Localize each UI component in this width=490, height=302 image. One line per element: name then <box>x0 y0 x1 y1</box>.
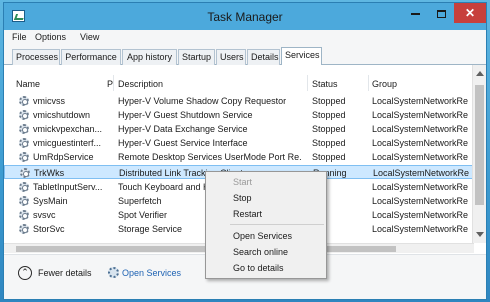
column-separator[interactable] <box>368 75 369 91</box>
column-name[interactable]: Name <box>16 79 40 89</box>
service-name: TabletInputServ... <box>33 182 103 192</box>
service-row[interactable]: vmicvss Hyper-V Volume Shadow Copy Reque… <box>4 94 474 108</box>
service-group: LocalSystemNetworkRe <box>372 124 469 134</box>
context-menu: Start Stop Restart Open Services Search … <box>205 171 327 279</box>
fewer-details-link[interactable]: Fewer details <box>38 268 92 278</box>
service-gear-icon <box>20 168 30 178</box>
scroll-up-arrow-icon[interactable] <box>476 71 484 76</box>
service-name: TrkWks <box>34 168 65 178</box>
tab-performance[interactable]: Performance <box>61 49 121 65</box>
service-gear-icon <box>19 110 29 120</box>
service-group: LocalSystemNetworkRe <box>372 138 469 148</box>
column-header: Name P Description Status Group <box>4 73 486 93</box>
column-separator[interactable] <box>307 75 308 91</box>
maximize-icon <box>436 9 446 18</box>
service-name: SysMain <box>33 196 68 206</box>
service-status: Stopped <box>312 96 346 106</box>
minimize-icon <box>410 12 420 15</box>
service-gear-icon <box>19 196 29 206</box>
maximize-button[interactable] <box>428 3 454 23</box>
minimize-button[interactable] <box>402 3 428 23</box>
vertical-scroll-thumb[interactable] <box>475 85 484 205</box>
service-group: LocalSystemNetworkRe <box>372 152 469 162</box>
service-name: vmickvpexchan... <box>33 124 103 134</box>
scroll-down-arrow-icon[interactable] <box>476 232 484 237</box>
service-description: Hyper-V Guest Shutdown Service <box>118 110 253 120</box>
service-group: LocalSystemNetworkRe <box>373 168 470 178</box>
service-status: Stopped <box>312 152 346 162</box>
menu-bar: File Options View <box>4 30 486 46</box>
menu-options[interactable]: Options <box>35 32 66 42</box>
service-description: Hyper-V Volume Shadow Copy Requestor <box>118 96 287 106</box>
close-button[interactable]: ✕ <box>454 3 486 23</box>
tab-startup[interactable]: Startup <box>178 49 215 65</box>
context-menu-search-online[interactable]: Search online <box>206 245 326 260</box>
service-gear-icon <box>19 96 29 106</box>
service-group: LocalSystemNetworkRe <box>372 196 469 206</box>
service-gear-icon <box>19 182 29 192</box>
service-group: LocalSystemNetworkRe <box>372 210 469 220</box>
service-status: Stopped <box>312 138 346 148</box>
column-description[interactable]: Description <box>118 79 163 89</box>
services-gear-icon <box>108 267 119 278</box>
fewer-details-chevron-up-icon[interactable]: ⌃ <box>18 266 32 280</box>
service-name: svsvc <box>33 210 56 220</box>
title-bar[interactable]: Task Manager ✕ <box>4 3 486 30</box>
service-group: LocalSystemNetworkRe <box>372 96 469 106</box>
context-menu-stop[interactable]: Stop <box>206 191 326 206</box>
service-group: LocalSystemNetworkRe <box>372 182 469 192</box>
service-name: vmicguestinterf... <box>33 138 102 148</box>
open-services-link[interactable]: Open Services <box>122 268 181 278</box>
service-gear-icon <box>19 138 29 148</box>
tab-users[interactable]: Users <box>216 49 246 65</box>
service-row[interactable]: vmicshutdown Hyper-V Guest Shutdown Serv… <box>4 108 474 122</box>
service-name: StorSvc <box>33 224 65 234</box>
tab-processes[interactable]: Processes <box>12 49 60 65</box>
tab-strip: Processes Performance App history Startu… <box>4 46 486 66</box>
tab-app-history[interactable]: App history <box>122 49 177 65</box>
service-status: Stopped <box>312 110 346 120</box>
service-description: Hyper-V Guest Service Interface <box>118 138 248 148</box>
context-menu-restart[interactable]: Restart <box>206 207 326 222</box>
service-group: LocalSystemNetworkRe <box>372 110 469 120</box>
context-menu-separator <box>230 224 324 225</box>
service-description: Hyper-V Data Exchange Service <box>118 124 248 134</box>
menu-view[interactable]: View <box>80 32 99 42</box>
service-gear-icon <box>19 210 29 220</box>
service-gear-icon <box>19 152 29 162</box>
menu-file[interactable]: File <box>12 32 27 42</box>
close-icon: ✕ <box>464 6 476 20</box>
service-row[interactable]: UmRdpService Remote Desktop Services Use… <box>4 150 474 164</box>
column-group[interactable]: Group <box>372 79 397 89</box>
context-menu-go-to-details[interactable]: Go to details <box>206 261 326 276</box>
service-gear-icon <box>19 224 29 234</box>
context-menu-open-services[interactable]: Open Services <box>206 229 326 244</box>
service-row[interactable]: vmickvpexchan... Hyper-V Data Exchange S… <box>4 122 474 136</box>
service-description: Remote Desktop Services UserMode Port Re… <box>118 152 302 162</box>
tab-services[interactable]: Services <box>281 47 322 66</box>
service-row[interactable]: vmicguestinterf... Hyper-V Guest Service… <box>4 136 474 150</box>
column-status[interactable]: Status <box>312 79 338 89</box>
service-name: vmicvss <box>33 96 65 106</box>
context-menu-start[interactable]: Start <box>206 175 326 190</box>
column-separator[interactable] <box>113 75 114 91</box>
tab-details[interactable]: Details <box>247 49 280 65</box>
service-name: vmicshutdown <box>33 110 91 120</box>
vertical-scrollbar[interactable] <box>472 65 486 243</box>
service-gear-icon <box>19 124 29 134</box>
service-group: LocalSystemNetworkRe <box>372 224 469 234</box>
service-status: Stopped <box>312 124 346 134</box>
service-name: UmRdpService <box>33 152 94 162</box>
